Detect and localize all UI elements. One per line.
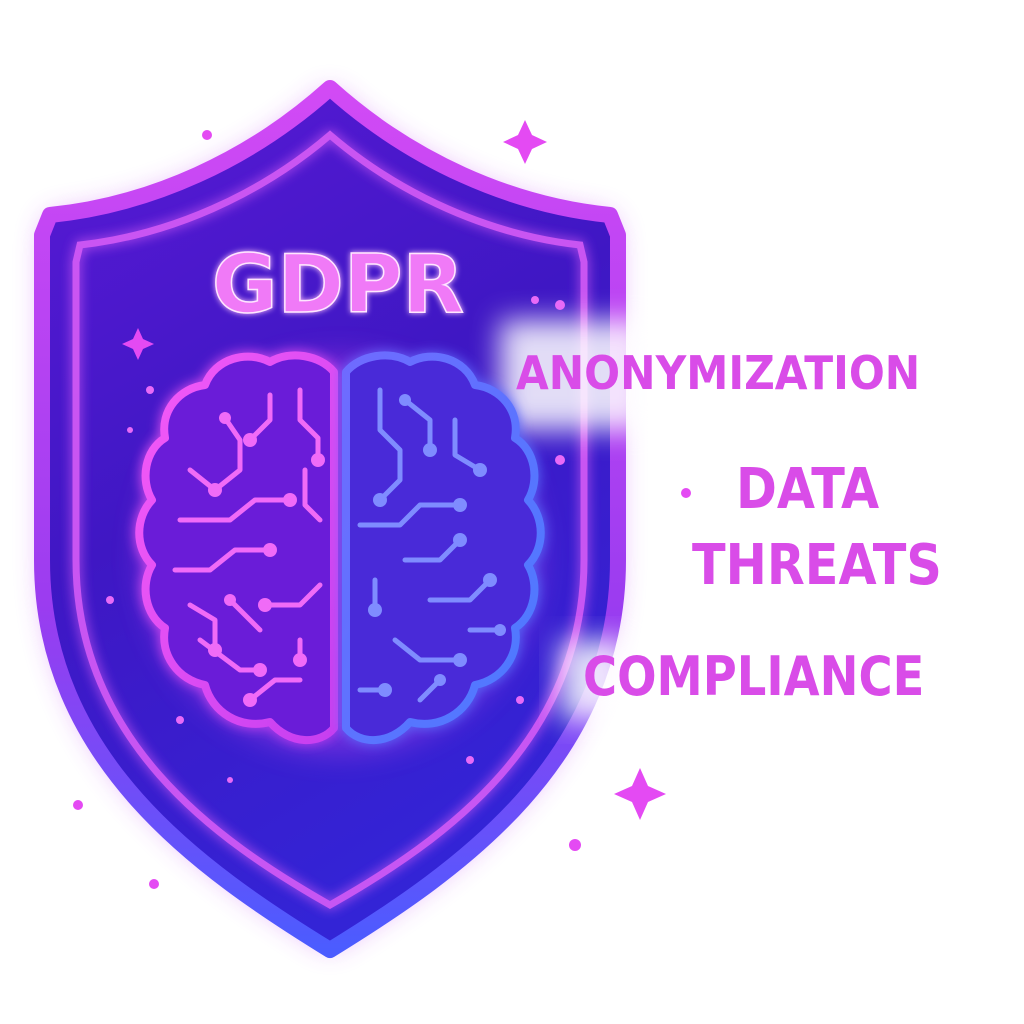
keyword-anonymization: ANONYMIZATION: [516, 346, 921, 400]
poster: GDPR ANONYMIZATION DATA THREATS COMPLIAN…: [0, 0, 1024, 1024]
keyword-data: DATA: [736, 457, 880, 522]
keyword-compliance: COMPLIANCE: [583, 645, 925, 708]
keyword-threats: THREATS: [692, 533, 942, 598]
shield-title: GDPR: [212, 238, 464, 331]
